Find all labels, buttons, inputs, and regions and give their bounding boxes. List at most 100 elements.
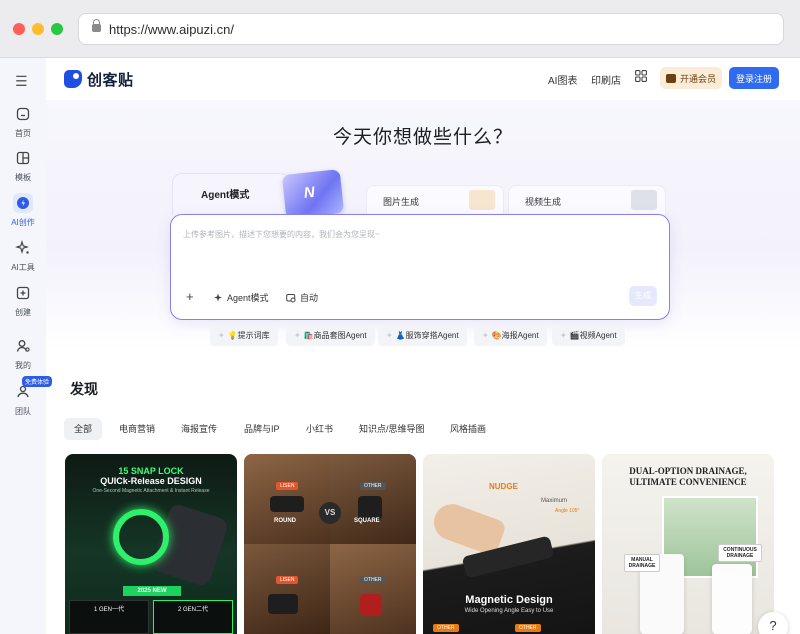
agent-mode-label: Agent模式: [227, 293, 269, 303]
card-caption: SQUARE: [354, 518, 380, 524]
new-badge: 2025 NEW: [123, 586, 181, 596]
card-subheading: One-Second Magnetic Attachment & Instant…: [92, 488, 210, 494]
print-shop-link[interactable]: 印刷店: [591, 72, 621, 87]
category-tab-xiaohongshu[interactable]: 小红书: [296, 418, 343, 440]
category-tab-all[interactable]: 全部: [64, 418, 103, 440]
sidebar-item-ai-tools[interactable]: AI工具: [0, 238, 46, 273]
sidebar-item-templates[interactable]: 模板: [0, 148, 46, 183]
lock-icon: [92, 19, 101, 32]
tab-agent-mode[interactable]: Agent模式: [172, 173, 290, 215]
card-tag: OTHER: [515, 624, 541, 632]
chip-video-agent[interactable]: ✦ 🎬视频Agent: [552, 326, 625, 346]
template-card-drainage[interactable]: DUAL-OPTION DRAINAGE, ULTIMATE CONVENIEN…: [602, 454, 774, 634]
magnetic-ring-illustration: [113, 509, 169, 565]
user-icon: [13, 336, 33, 356]
template-card-snap-lock[interactable]: 15 SNAP LOCK QUICk-Release DESIGN One-Se…: [65, 454, 237, 634]
sidebar-item-label: 创建: [15, 308, 31, 317]
sidebar-item-label: 我的: [15, 361, 31, 370]
manual-drainage-label: MANUAL DRAINAGE: [624, 554, 660, 572]
card-heading: QUICk-Release DESIGN: [100, 476, 202, 486]
gift-icon: [665, 73, 676, 83]
apps-grid-icon[interactable]: [635, 70, 647, 82]
agent-logo-icon: N: [303, 183, 316, 202]
sidebar-item-team[interactable]: 免费体验 团队: [0, 376, 53, 417]
image-quadrant: [244, 544, 330, 634]
card-caption: ROUND: [274, 518, 296, 524]
gen1-label: 1 GEN一代: [69, 600, 149, 634]
card-tag: OTHER: [433, 624, 459, 632]
sparkle-icon: [13, 238, 33, 258]
sparkle-icon: [214, 293, 222, 301]
sidebar: ☰ 首页 模板 AI创作 AI工具 创建 我的 免费体验 团队: [0, 58, 53, 634]
category-tab-mindmap[interactable]: 知识点/思维导图: [349, 418, 435, 440]
auto-label: 自动: [300, 293, 319, 303]
plus-square-icon: [13, 283, 33, 303]
prompt-input-box[interactable]: 上传参考图片，描述下您想要的内容，我们会为您呈现~ + Agent模式 自动 生…: [170, 214, 670, 320]
card-tag: LISEN: [276, 482, 299, 490]
menu-icon[interactable]: ☰: [15, 74, 29, 88]
product-illustration: [268, 594, 298, 614]
discover-title: 发现: [70, 381, 98, 397]
card-note: Maximum: [541, 498, 568, 504]
hero-title: 今天你想做些什么？: [332, 127, 513, 148]
vs-badge: VS: [319, 502, 341, 524]
sidebar-item-mine[interactable]: 我的: [0, 336, 46, 371]
chip-prompt-library[interactable]: ✦ 💡提示词库: [210, 326, 278, 346]
ai-chart-link[interactable]: AI图表: [548, 72, 577, 87]
product-illustration: [358, 496, 382, 520]
send-button[interactable]: 生成: [629, 286, 657, 306]
tab-video-generation[interactable]: 视频生成: [508, 185, 666, 215]
sidebar-item-label: AI工具: [11, 263, 35, 272]
category-tab-illustration[interactable]: 风格插画: [440, 418, 496, 440]
sidebar-item-label: 团队: [15, 407, 31, 416]
sidebar-item-label: 模板: [15, 173, 31, 182]
top-header: 创客贴 AI图表 印刷店 开通会员 登录注册: [46, 58, 800, 100]
login-button[interactable]: 登录注册: [729, 67, 779, 89]
product-illustration: [270, 496, 304, 512]
url-text: https://www.aipuzi.cn/: [109, 22, 234, 37]
close-window-button[interactable]: [13, 23, 25, 35]
product-illustration: [360, 594, 382, 616]
sidebar-item-create[interactable]: 创建: [0, 283, 46, 318]
template-icon: [13, 148, 33, 168]
auto-toggle[interactable]: 自动: [286, 291, 318, 304]
vip-button[interactable]: 开通会员: [660, 67, 722, 89]
sidebar-item-home[interactable]: 首页: [0, 104, 46, 139]
card-heading: DUAL-OPTION DRAINAGE, ULTIMATE CONVENIEN…: [629, 466, 747, 487]
template-card-magnetic-design[interactable]: NUDGE Maximum Angle 105° Magnetic Design…: [423, 454, 595, 634]
chip-fashion-agent[interactable]: ✦ 👗服饰穿搭Agent: [378, 326, 467, 346]
add-attachment-button[interactable]: +: [186, 289, 194, 304]
category-tab-poster[interactable]: 海报宣传: [171, 418, 227, 440]
category-tab-brand-ip[interactable]: 品牌与IP: [234, 418, 290, 440]
sidebar-item-label: AI创作: [11, 218, 35, 227]
card-tag: OTHER: [360, 482, 386, 490]
prompt-placeholder[interactable]: 上传参考图片，描述下您想要的内容，我们会为您呈现~: [183, 229, 380, 240]
card-tag: OTHER: [360, 576, 386, 584]
logo[interactable]: 创客贴: [64, 68, 134, 90]
minimize-window-button[interactable]: [32, 23, 44, 35]
address-bar[interactable]: https://www.aipuzi.cn/: [78, 13, 784, 45]
chip-poster-agent[interactable]: ✦ 🎨海报Agent: [474, 326, 547, 346]
gen2-label: 2 GEN二代: [153, 600, 233, 634]
logo-text: 创客贴: [87, 71, 134, 89]
logo-icon: [64, 70, 82, 88]
maximize-window-button[interactable]: [51, 23, 63, 35]
help-button[interactable]: ?: [758, 612, 788, 634]
appliance-illustration: [712, 564, 752, 634]
sidebar-item-label: 首页: [15, 129, 31, 138]
agent-mode-toggle[interactable]: Agent模式: [213, 291, 269, 304]
tab-thumbnail: [631, 190, 657, 210]
card-note: Angle 105°: [555, 508, 580, 514]
chip-product-agent[interactable]: ✦ 🛍️商品套图Agent: [286, 326, 375, 346]
card-tag: LISEN: [276, 576, 299, 584]
ai-create-icon: [13, 193, 33, 213]
template-card-round-vs-square[interactable]: LISEN OTHER ROUND SQUARE LISEN OTHER VS: [244, 454, 416, 634]
category-tab-ecommerce[interactable]: 电商营销: [109, 418, 165, 440]
tab-image-generation[interactable]: 图片生成: [366, 185, 504, 215]
continuous-drainage-label: CONTINUOUS DRAINAGE: [718, 544, 762, 562]
tab-label: 图片生成: [383, 197, 420, 207]
home-icon: [13, 104, 33, 124]
tab-thumbnail: [469, 190, 495, 210]
browser-chrome: https://www.aipuzi.cn/: [0, 0, 800, 58]
sidebar-item-ai-create[interactable]: AI创作: [0, 193, 46, 228]
